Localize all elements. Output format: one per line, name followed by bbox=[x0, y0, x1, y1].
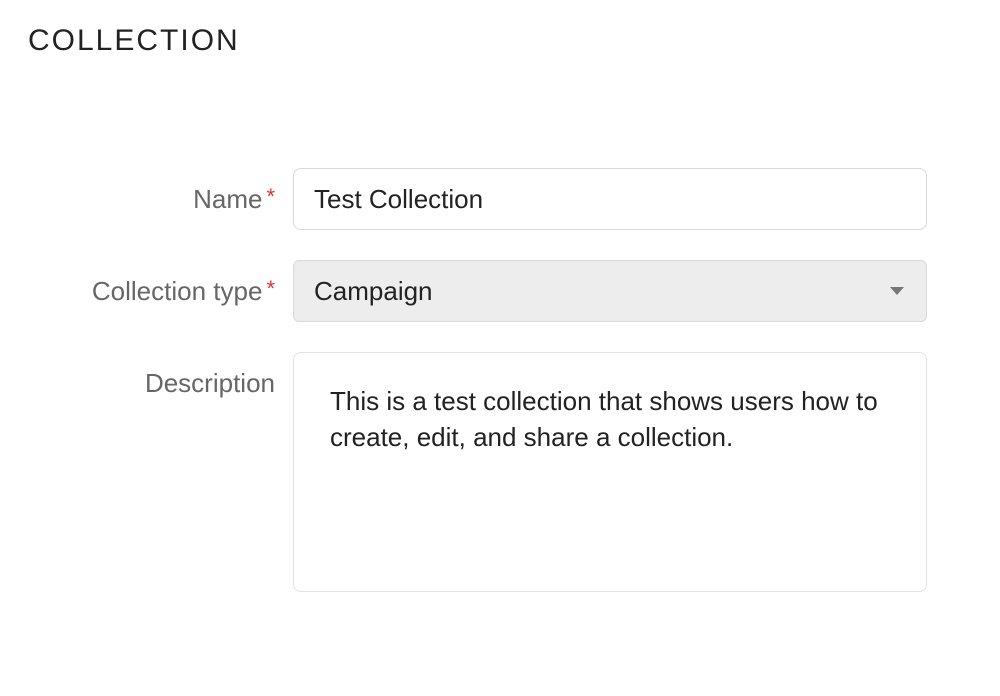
name-label: Name* bbox=[28, 168, 293, 215]
name-input[interactable] bbox=[293, 168, 927, 230]
name-label-text: Name bbox=[193, 184, 262, 214]
collection-form: Name* Collection type* Campaign Descript… bbox=[28, 168, 972, 597]
form-row-name: Name* bbox=[28, 168, 972, 230]
required-marker: * bbox=[266, 276, 275, 301]
description-textarea[interactable]: This is a test collection that shows use… bbox=[293, 352, 927, 592]
collection-type-label: Collection type* bbox=[28, 260, 293, 307]
collection-type-select[interactable]: Campaign bbox=[293, 260, 927, 322]
required-marker: * bbox=[266, 184, 275, 209]
collection-type-selected-value: Campaign bbox=[314, 276, 433, 307]
form-row-collection-type: Collection type* Campaign bbox=[28, 260, 972, 322]
chevron-down-icon bbox=[890, 287, 904, 295]
section-title: COLLECTION bbox=[28, 24, 972, 58]
form-row-description: Description This is a test collection th… bbox=[28, 352, 972, 597]
description-label: Description bbox=[28, 352, 293, 399]
collection-type-label-text: Collection type bbox=[92, 276, 263, 306]
